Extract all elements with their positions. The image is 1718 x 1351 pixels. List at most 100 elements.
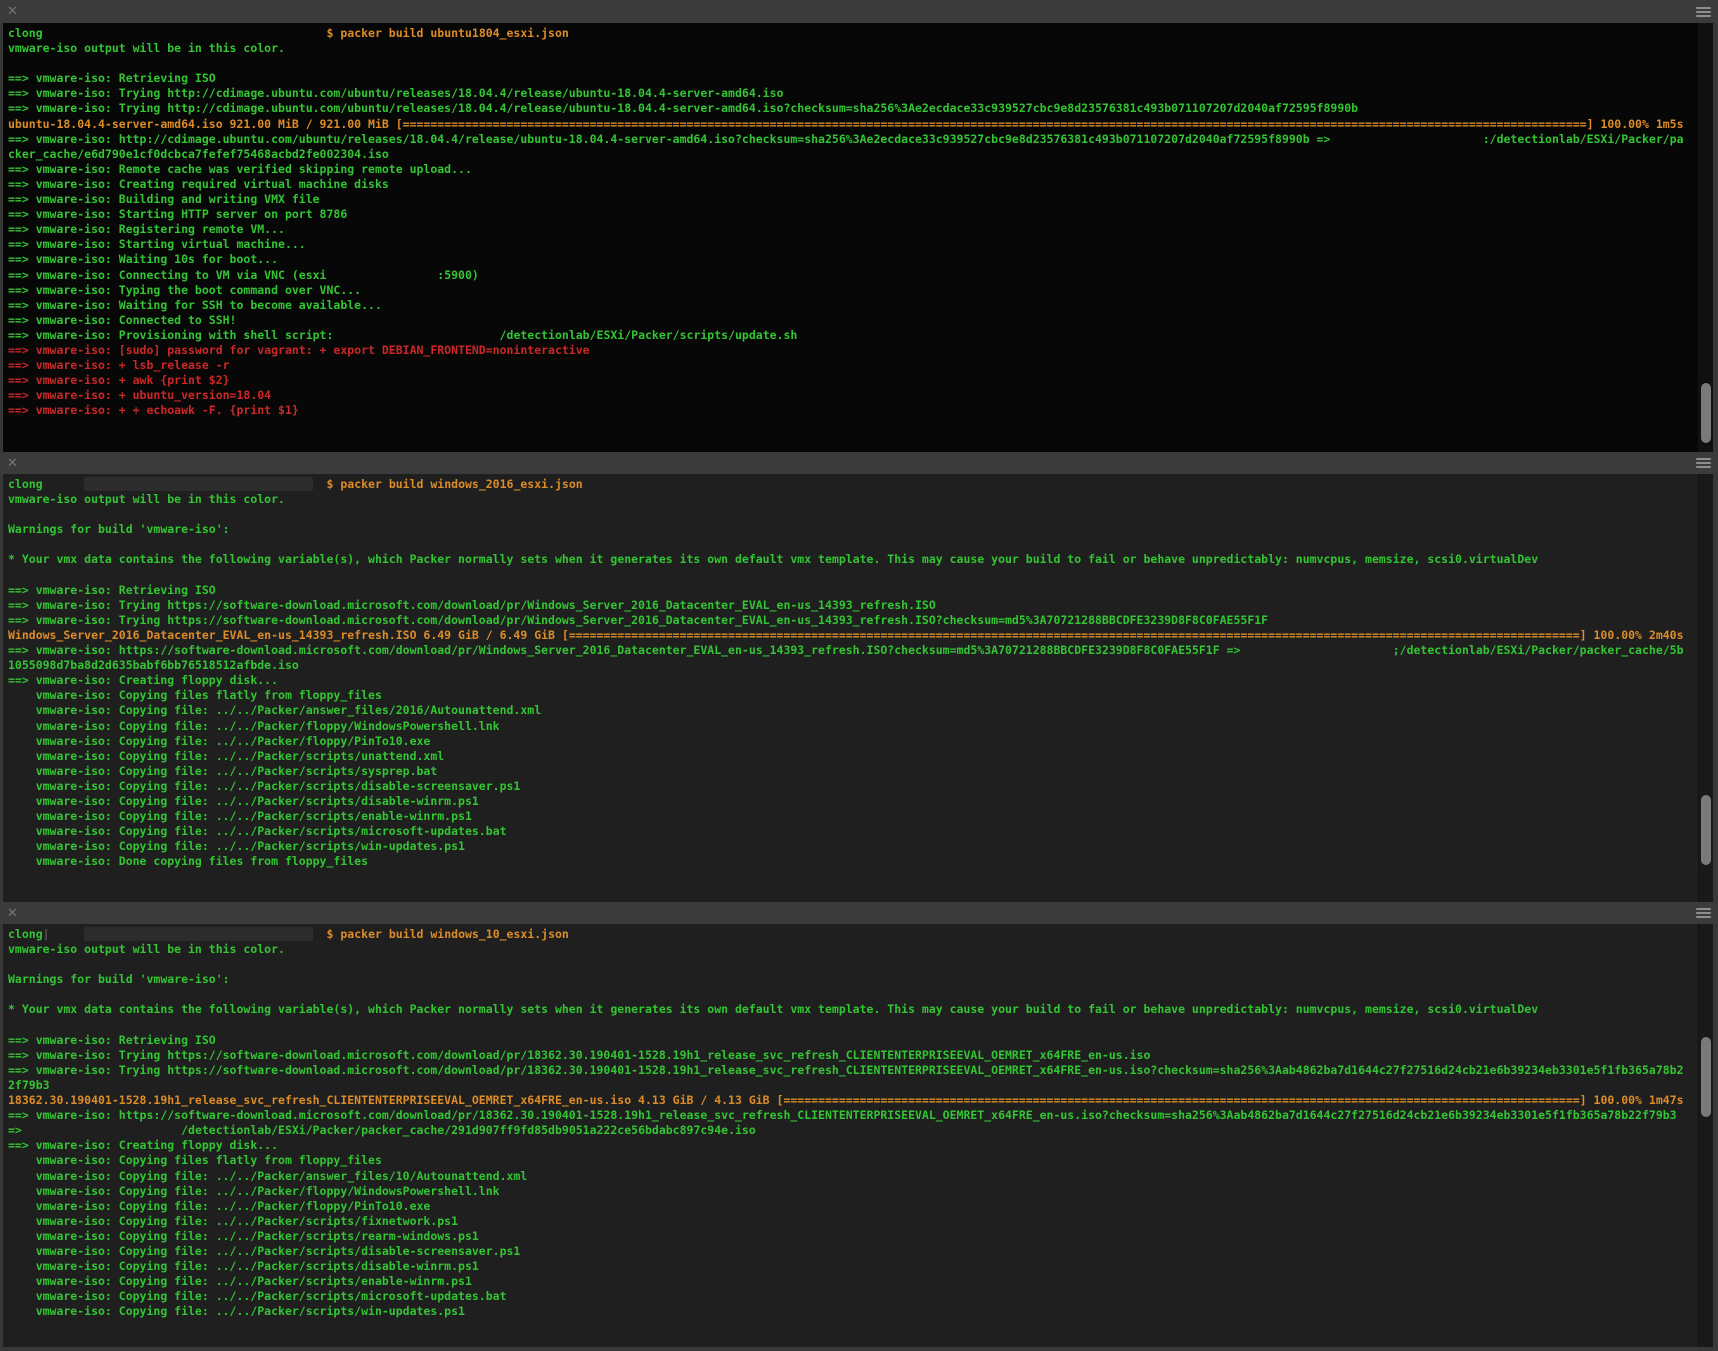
text-segment: ==> vmware-iso: Registering remote VM...	[8, 222, 285, 236]
text-segment: =>	[8, 1123, 22, 1137]
terminal-line: vmware-iso: Copying file: ../../Packer/s…	[8, 824, 1698, 839]
terminal-line: vmware-iso: Done copying files from flop…	[8, 854, 1698, 869]
terminal-line: ==> vmware-iso: Trying https://software-…	[8, 1048, 1698, 1063]
scrollbar[interactable]	[1698, 474, 1713, 902]
text-segment: Warnings for build 'vmware-iso':	[8, 972, 230, 986]
scrollbar[interactable]	[1698, 924, 1713, 1351]
scrollbar-thumb[interactable]	[1701, 795, 1711, 865]
terminal-line: 1055098d7ba8d2d635babf6bb76518512afbde.i…	[8, 658, 1698, 673]
terminal-line: vmware-iso: Copying file: ../../Packer/s…	[8, 1214, 1698, 1229]
text-segment: vmware-iso: Copying file: ../../Packer/s…	[8, 824, 507, 838]
terminal-line: cker_cache/e6d790e1cf0dcbca7fefef75468ac…	[8, 147, 1698, 162]
terminal-window-windows10: ✕ clong| $ packer build windows_10_esxi.…	[0, 902, 1718, 1351]
terminal-line: ==> vmware-iso: Trying http://cdimage.ub…	[8, 101, 1698, 116]
window-edge	[1713, 474, 1718, 902]
text-segment	[313, 927, 327, 941]
terminal-line: vmware-iso: Copying file: ../../Packer/s…	[8, 764, 1698, 779]
text-segment: ==> vmware-iso: [sudo] password for vagr…	[8, 343, 590, 357]
window-edge	[1713, 23, 1718, 452]
terminal-line: vmware-iso: Copying file: ../../Packer/s…	[8, 779, 1698, 794]
terminal-output: clong| $ packer build windows_10_esxi.js…	[3, 924, 1698, 1351]
text-segment: 2f79b3	[8, 1078, 50, 1092]
text-segment: ========================================…	[569, 628, 1580, 642]
terminal-line: ==> vmware-iso: Starting HTTP server on …	[8, 207, 1698, 222]
hamburger-menu-icon[interactable]	[1696, 456, 1711, 470]
text-segment: vmware-iso: Copying file: ../../Packer/s…	[8, 779, 520, 793]
text-segment	[84, 477, 312, 491]
terminal-line: ==> vmware-iso: Waiting 10s for boot...	[8, 252, 1698, 267]
terminal-line: vmware-iso: Copying file: ../../Packer/s…	[8, 1289, 1698, 1304]
terminal-line: ==> vmware-iso: + + echoawk -F. {print $…	[8, 403, 1698, 418]
text-segment: vmware-iso: Copying file: ../../Packer/s…	[8, 1274, 472, 1288]
text-segment: ========================================…	[783, 1093, 1579, 1107]
text-segment: ==> vmware-iso: Trying https://software-…	[8, 598, 936, 612]
text-segment: vmware-iso: Copying file: ../../Packer/a…	[8, 703, 541, 717]
terminal-window-ubuntu1804: ✕ clong $ packer build ubuntu1804_esxi.j…	[0, 0, 1718, 452]
text-segment: ==> vmware-iso: Connecting to VM via VNC…	[8, 268, 327, 282]
terminal-line: vmware-iso: Copying file: ../../Packer/f…	[8, 719, 1698, 734]
text-segment: vmware-iso: Copying file: ../../Packer/s…	[8, 1259, 479, 1273]
close-icon[interactable]: ✕	[7, 907, 18, 920]
terminal-line: vmware-iso: Copying file: ../../Packer/s…	[8, 1244, 1698, 1259]
terminal-line: vmware-iso: Copying files flatly from fl…	[8, 688, 1698, 703]
terminal-line: Warnings for build 'vmware-iso':	[8, 972, 1698, 987]
text-segment: ==> vmware-iso: Retrieving ISO	[8, 583, 216, 597]
terminal-line: ==> vmware-iso: + ubuntu_version=18.04	[8, 388, 1698, 403]
scrollbar[interactable]	[1698, 23, 1713, 452]
terminal-line: vmware-iso: Copying file: ../../Packer/f…	[8, 734, 1698, 749]
text-segment	[1240, 643, 1392, 657]
terminal-line: vmware-iso: Copying file: ../../Packer/f…	[8, 1199, 1698, 1214]
text-segment: vmware-iso output will be in this color.	[8, 492, 285, 506]
text-segment: ==> vmware-iso: Typing the boot command …	[8, 283, 361, 297]
hamburger-menu-icon[interactable]	[1696, 906, 1711, 920]
terminal-line: vmware-iso output will be in this color.	[8, 492, 1698, 507]
text-segment: vmware-iso: Copying file: ../../Packer/s…	[8, 809, 472, 823]
text-segment: ==> vmware-iso: + ubuntu_version=18.04	[8, 388, 271, 402]
text-segment: ubuntu-18.04.4-server-amd64.iso 921.00 M…	[8, 117, 403, 131]
terminal-line: => /detectionlab/ESXi/Packer/packer_cach…	[8, 1123, 1698, 1138]
terminal-line	[8, 568, 1698, 583]
text-segment: vmware-iso: Copying file: ../../Packer/f…	[8, 734, 430, 748]
text-segment: ==> vmware-iso: Retrieving ISO	[8, 71, 216, 85]
text-segment	[313, 477, 327, 491]
terminal-line: ==> vmware-iso: [sudo] password for vagr…	[8, 343, 1698, 358]
close-icon[interactable]: ✕	[7, 5, 18, 18]
text-segment: ==> vmware-iso: Trying https://software-…	[8, 613, 1268, 627]
text-segment: vmware-iso: Copying file: ../../Packer/s…	[8, 1214, 458, 1228]
text-segment: vmware-iso: Copying file: ../../Packer/s…	[8, 1244, 520, 1258]
text-segment: ==> vmware-iso: http://cdimage.ubuntu.co…	[8, 132, 1330, 146]
terminal-line: ==> vmware-iso: Trying https://software-…	[8, 598, 1698, 613]
terminal-line: vmware-iso: Copying file: ../../Packer/f…	[8, 1184, 1698, 1199]
terminal-line: ==> vmware-iso: Typing the boot command …	[8, 283, 1698, 298]
text-segment: vmware-iso: Copying file: ../../Packer/s…	[8, 1229, 479, 1243]
text-segment: $ packer build windows_10_esxi.json	[327, 927, 569, 941]
terminal-line: clong $ packer build ubuntu1804_esxi.jso…	[8, 26, 1698, 41]
terminal-line	[8, 1018, 1698, 1033]
text-segment: ==> vmware-iso: Trying https://software-…	[8, 1063, 1684, 1077]
terminal-line: vmware-iso: Copying file: ../../Packer/s…	[8, 749, 1698, 764]
terminal-line: ==> vmware-iso: + lsb_release -r	[8, 358, 1698, 373]
terminal-line: ==> vmware-iso: Trying https://software-…	[8, 613, 1698, 628]
window-edge	[1713, 924, 1718, 1351]
text-segment: cker_cache/e6d790e1cf0dcbca7fefef75468ac…	[8, 147, 389, 161]
terminal-output: clong $ packer build windows_2016_esxi.j…	[3, 474, 1698, 902]
text-segment: ==> vmware-iso: Trying http://cdimage.ub…	[8, 101, 1358, 115]
terminal-line: Windows_Server_2016_Datacenter_EVAL_en-u…	[8, 628, 1698, 643]
scrollbar-thumb[interactable]	[1701, 1037, 1711, 1117]
terminal-line: clong $ packer build windows_2016_esxi.j…	[8, 477, 1698, 492]
hamburger-menu-icon[interactable]	[1696, 5, 1711, 19]
terminal-line: * Your vmx data contains the following v…	[8, 1002, 1698, 1017]
scrollbar-thumb[interactable]	[1701, 383, 1711, 443]
close-icon[interactable]: ✕	[7, 457, 18, 470]
terminal-line: ==> vmware-iso: Retrieving ISO	[8, 71, 1698, 86]
terminal-line: vmware-iso: Copying file: ../../Packer/s…	[8, 1274, 1698, 1289]
text-segment: /detectionlab/ESXi/Packer/scripts/update…	[500, 328, 798, 342]
terminal-line	[8, 56, 1698, 71]
terminal-line	[8, 507, 1698, 522]
titlebar: ✕	[0, 902, 1718, 924]
text-segment: vmware-iso output will be in this color.	[8, 41, 285, 55]
terminal-line: ==> vmware-iso: Trying https://software-…	[8, 1063, 1698, 1078]
text-segment: clong	[8, 26, 43, 40]
text-segment: ==> vmware-iso: Trying http://cdimage.ub…	[8, 86, 783, 100]
text-segment: :/detectionlab/ESXi/Packer/pa	[1483, 132, 1684, 146]
